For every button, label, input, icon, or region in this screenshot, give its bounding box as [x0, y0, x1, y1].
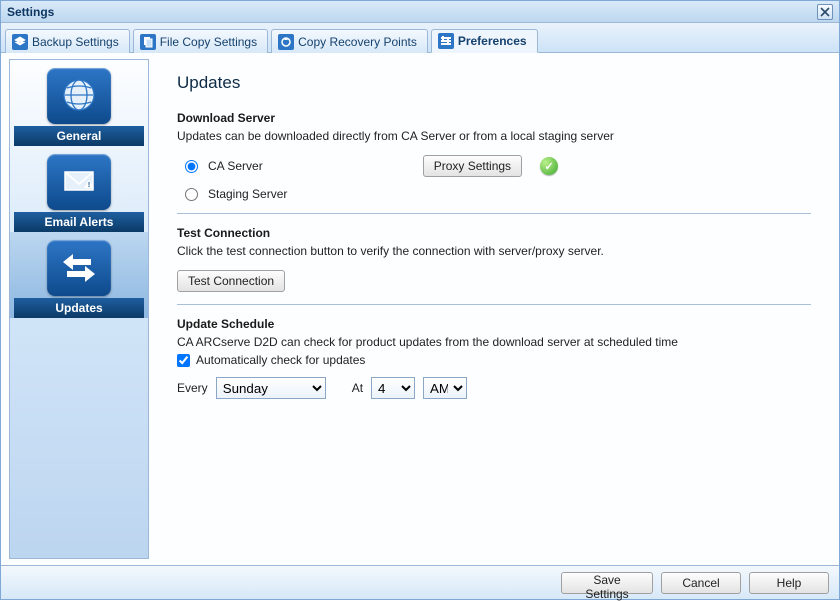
radio-ca-server[interactable] [185, 160, 198, 173]
day-select[interactable]: Sunday [216, 377, 326, 399]
tab-backup-settings[interactable]: Backup Settings [5, 29, 130, 53]
download-heading: Download Server [177, 111, 811, 125]
proxy-settings-button[interactable]: Proxy Settings [423, 155, 522, 177]
ampm-select[interactable]: AM [423, 377, 467, 399]
radio-staging-server[interactable] [185, 188, 198, 201]
tabstrip: Backup Settings File Copy Settings Copy … [1, 23, 839, 53]
sidebar-item-general[interactable]: General [10, 60, 148, 146]
recovery-icon [278, 34, 294, 50]
help-button[interactable]: Help [749, 572, 829, 594]
sidebar-label-email-alerts: Email Alerts [14, 212, 144, 232]
footer: Save Settings Cancel Help [1, 565, 839, 599]
content: General ! Email Alerts Updates [1, 53, 839, 565]
close-icon [820, 7, 830, 17]
status-ok-icon: ✓ [540, 157, 558, 175]
section-divider [177, 213, 811, 214]
sidebar-label-general: General [14, 126, 144, 146]
schedule-heading: Update Schedule [177, 317, 811, 331]
test-heading: Test Connection [177, 226, 811, 240]
close-button[interactable] [817, 4, 833, 20]
titlebar: Settings [1, 1, 839, 23]
window-title: Settings [7, 5, 54, 19]
sidebar-label-updates: Updates [14, 298, 144, 318]
section-divider [177, 304, 811, 305]
file-copy-icon [140, 34, 156, 50]
tab-preferences[interactable]: Preferences [431, 29, 538, 53]
tab-label: Backup Settings [32, 35, 119, 49]
auto-check-row: Automatically check for updates [177, 353, 811, 367]
svg-text:!: ! [88, 182, 90, 189]
test-description: Click the test connection button to veri… [177, 244, 811, 258]
test-connection-button[interactable]: Test Connection [177, 270, 285, 292]
sidebar: General ! Email Alerts Updates [9, 59, 149, 559]
tab-label: Preferences [458, 34, 527, 48]
cancel-button[interactable]: Cancel [661, 572, 741, 594]
auto-check-checkbox[interactable] [177, 354, 190, 367]
preferences-icon [438, 33, 454, 49]
page-title: Updates [177, 73, 811, 93]
mail-alert-icon: ! [47, 154, 111, 210]
every-label: Every [177, 381, 208, 395]
main-panel: Updates Download Server Updates can be d… [157, 59, 831, 559]
arrows-icon [47, 240, 111, 296]
tab-label: Copy Recovery Points [298, 35, 417, 49]
radio-label-ca-server: CA Server [208, 159, 263, 173]
download-description: Updates can be downloaded directly from … [177, 129, 811, 143]
schedule-row: Every Sunday At 4 AM [177, 377, 811, 399]
auto-check-label: Automatically check for updates [196, 353, 365, 367]
sidebar-item-updates[interactable]: Updates [10, 232, 148, 318]
hour-select[interactable]: 4 [371, 377, 415, 399]
schedule-description: CA ARCserve D2D can check for product up… [177, 335, 811, 349]
backup-icon [12, 34, 28, 50]
tab-copy-recovery-points[interactable]: Copy Recovery Points [271, 29, 428, 53]
tab-file-copy-settings[interactable]: File Copy Settings [133, 29, 268, 53]
radio-label-staging-server: Staging Server [208, 187, 287, 201]
sidebar-item-email-alerts[interactable]: ! Email Alerts [10, 146, 148, 232]
tab-label: File Copy Settings [160, 35, 257, 49]
globe-icon [47, 68, 111, 124]
radio-row-ca-server: CA Server Proxy Settings ✓ [185, 155, 811, 177]
radio-row-staging-server: Staging Server [185, 187, 811, 201]
save-settings-button[interactable]: Save Settings [561, 572, 653, 594]
at-label: At [352, 381, 363, 395]
